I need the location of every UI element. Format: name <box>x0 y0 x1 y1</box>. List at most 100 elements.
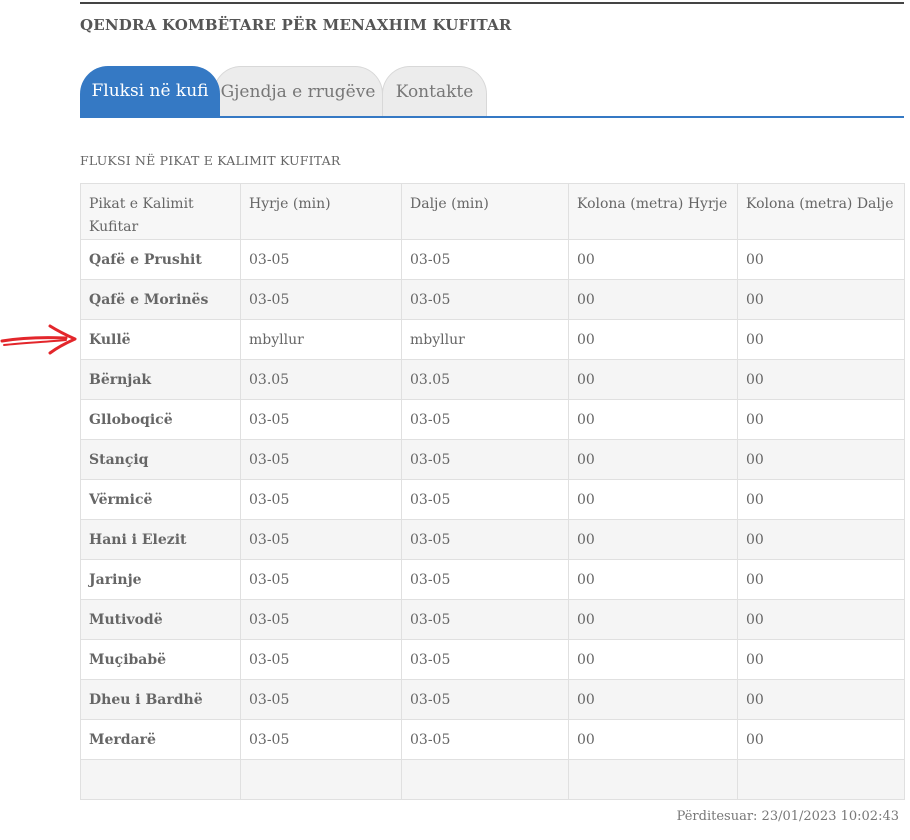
column-header: Kolona (metra) Dalje <box>737 183 905 240</box>
table-row: Mutivodë 03-05 03-05 00 00 <box>80 599 905 640</box>
column-header: Pikat e Kalimit Kufitar <box>80 183 241 240</box>
table-cell: 03-05 <box>401 279 569 320</box>
table-cell: 00 <box>568 239 738 280</box>
table-cell: 03-05 <box>240 279 402 320</box>
tab-bar: Fluksi në kufi Gjendja e rrugëve Kontakt… <box>80 66 904 116</box>
table-cell: 03-05 <box>401 439 569 480</box>
table-cell: 03-05 <box>240 239 402 280</box>
crossing-name-cell: Muçibabë <box>80 639 241 680</box>
table-header-row: Pikat e Kalimit Kufitar Hyrje (min) Dalj… <box>80 183 905 240</box>
section-title: FLUKSI NË PIKAT E KALIMIT KUFITAR <box>80 153 341 168</box>
table-cell: 00 <box>737 519 905 560</box>
table-cell: 00 <box>737 639 905 680</box>
table-cell: mbyllur <box>401 319 569 360</box>
table-cell: 03-05 <box>240 679 402 720</box>
column-header: Kolona (metra) Hyrje <box>568 183 738 240</box>
table-cell: 03-05 <box>240 639 402 680</box>
table-body: Qafë e Prushit 03-05 03-05 00 00 Qafë e Morin… <box>80 239 905 800</box>
tab-contacts[interactable]: Kontakte <box>382 66 487 116</box>
table-cell: 03-05 <box>240 719 402 760</box>
crossing-name-cell: Hani i Elezit <box>80 519 241 560</box>
table-cell: 03-05 <box>401 559 569 600</box>
table-cell: 00 <box>737 719 905 760</box>
crossing-name-cell: Bërnjak <box>80 359 241 400</box>
table-cell: 00 <box>568 279 738 320</box>
table-cell: 00 <box>568 559 738 600</box>
crossing-name-cell: Jarinje <box>80 559 241 600</box>
table-cell: 03-05 <box>401 239 569 280</box>
table-cell <box>401 759 569 800</box>
crossing-name-cell: Vërmicë <box>80 479 241 520</box>
table-cell: 03-05 <box>401 519 569 560</box>
table-cell <box>240 759 402 800</box>
table-cell: 03-05 <box>240 479 402 520</box>
table-cell: 03-05 <box>401 479 569 520</box>
table-cell: 00 <box>737 439 905 480</box>
table-row: Hani i Elezit 03-05 03-05 00 00 <box>80 519 905 560</box>
table-row: Bërnjak 03.05 03.05 00 00 <box>80 359 905 400</box>
table-cell: mbyllur <box>240 319 402 360</box>
crossing-name-cell: Kullë <box>80 319 241 360</box>
tab-road-conditions[interactable]: Gjendja e rrugëve <box>213 66 383 116</box>
table-cell: 03.05 <box>401 359 569 400</box>
arrow-right-icon <box>0 324 77 355</box>
table-cell: 00 <box>737 679 905 720</box>
table-cell: 00 <box>568 519 738 560</box>
tab-underline <box>80 116 904 118</box>
table-cell: 00 <box>568 439 738 480</box>
table-row: Qafë e Prushit 03-05 03-05 00 00 <box>80 239 905 280</box>
crossing-name-cell: Merdarë <box>80 719 241 760</box>
table-row: Glloboqicë 03-05 03-05 00 00 <box>80 399 905 440</box>
table-row: Merdarë 03-05 03-05 00 00 <box>80 719 905 760</box>
table-cell: 03-05 <box>240 599 402 640</box>
table-cell: 00 <box>568 359 738 400</box>
table-cell: 00 <box>737 359 905 400</box>
crossing-name-cell: Stançiq <box>80 439 241 480</box>
table-cell: 00 <box>737 319 905 360</box>
table-cell: 03-05 <box>240 519 402 560</box>
table-cell: 00 <box>568 639 738 680</box>
table-cell: 00 <box>568 599 738 640</box>
table-row: Stançiq 03-05 03-05 00 00 <box>80 439 905 480</box>
table-cell: 00 <box>737 599 905 640</box>
table-row-empty <box>80 759 905 800</box>
table-row: Vërmicë 03-05 03-05 00 00 <box>80 479 905 520</box>
table-row: Dheu i Bardhë 03-05 03-05 00 00 <box>80 679 905 720</box>
table-cell: 03-05 <box>401 639 569 680</box>
tab-border-flux[interactable]: Fluksi në kufi <box>80 66 220 116</box>
table-row: Qafë e Morinës 03-05 03-05 00 00 <box>80 279 905 320</box>
table-cell: 00 <box>568 319 738 360</box>
site-title: QENDRA KOMBËTARE PËR MENAXHIM KUFITAR <box>80 16 512 34</box>
table-cell: 00 <box>568 719 738 760</box>
table-row: Jarinje 03-05 03-05 00 00 <box>80 559 905 600</box>
table-cell: 03-05 <box>401 719 569 760</box>
table-cell: 03-05 <box>401 599 569 640</box>
table-cell <box>80 759 241 800</box>
table-cell: 03-05 <box>401 399 569 440</box>
crossing-name-cell: Dheu i Bardhë <box>80 679 241 720</box>
column-header: Hyrje (min) <box>240 183 402 240</box>
top-rule <box>80 2 904 4</box>
last-updated: Përditesuar: 23/01/2023 10:02:43 <box>676 809 899 824</box>
crossing-name-cell: Qafë e Prushit <box>80 239 241 280</box>
table-cell: 00 <box>568 399 738 440</box>
table-cell: 03-05 <box>240 439 402 480</box>
table-row: Muçibabë 03-05 03-05 00 00 <box>80 639 905 680</box>
table-cell: 00 <box>568 679 738 720</box>
table-cell: 03-05 <box>240 559 402 600</box>
table-cell <box>568 759 738 800</box>
border-flux-table: Pikat e Kalimit Kufitar Hyrje (min) Dalj… <box>80 183 905 800</box>
table-cell: 03-05 <box>240 399 402 440</box>
table-cell: 03.05 <box>240 359 402 400</box>
table-cell: 00 <box>737 479 905 520</box>
table-cell: 00 <box>737 559 905 600</box>
table-cell: 00 <box>737 239 905 280</box>
crossing-name-cell: Mutivodë <box>80 599 241 640</box>
table-cell: 00 <box>737 279 905 320</box>
table-cell: 00 <box>568 479 738 520</box>
table-cell: 03-05 <box>401 679 569 720</box>
column-header: Dalje (min) <box>401 183 569 240</box>
table-row: Kullë mbyllur mbyllur 00 00 <box>80 319 905 360</box>
table-cell <box>737 759 905 800</box>
table-cell: 00 <box>737 399 905 440</box>
